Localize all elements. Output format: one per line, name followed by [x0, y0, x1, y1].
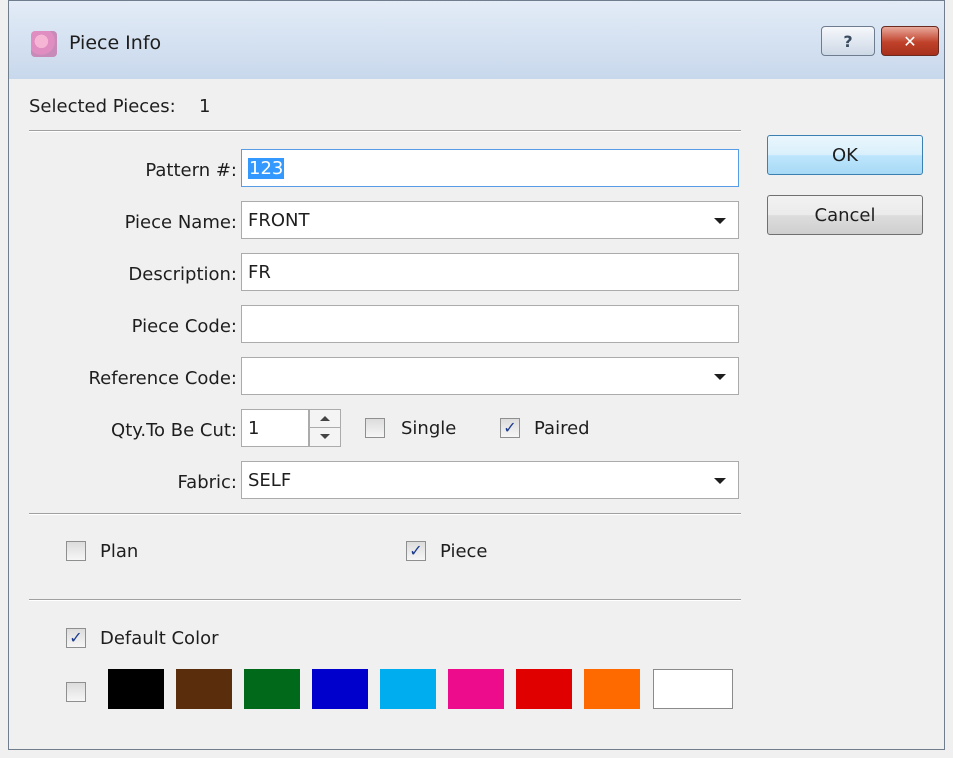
chevron-down-icon[interactable] — [714, 478, 726, 484]
cancel-button[interactable]: Cancel — [767, 195, 923, 235]
single-label: Single — [401, 418, 457, 439]
window-title: Piece Info — [69, 32, 162, 54]
separator-mid — [29, 513, 741, 515]
custom-color-checkbox[interactable] — [66, 682, 86, 702]
default-color-checkbox[interactable]: ✓ — [66, 628, 86, 648]
color-swatch-black[interactable] — [108, 669, 164, 709]
separator-bottom — [29, 599, 741, 601]
single-checkbox[interactable] — [365, 418, 385, 438]
paired-label: Paired — [534, 418, 590, 439]
spin-down-button[interactable] — [310, 428, 340, 445]
color-swatch-green[interactable] — [244, 669, 300, 709]
qty-label: Qty.To Be Cut: — [111, 420, 237, 441]
qty-input[interactable]: 1 — [241, 409, 309, 447]
pattern-value: 123 — [248, 158, 285, 179]
chevron-down-icon[interactable] — [714, 374, 726, 380]
description-input[interactable]: FR — [241, 253, 739, 291]
pattern-label: Pattern #: — [145, 160, 237, 181]
title-bar[interactable]: Piece Info ? ✕ — [9, 1, 944, 79]
chevron-down-icon[interactable] — [714, 218, 726, 224]
qty-spinner[interactable] — [309, 409, 341, 447]
fabric-value: SELF — [248, 470, 292, 491]
color-swatch-orange[interactable] — [584, 669, 640, 709]
arrow-up-icon — [320, 416, 330, 421]
reference-code-combo[interactable] — [241, 357, 739, 395]
fabric-combo[interactable]: SELF — [241, 461, 739, 499]
plan-label: Plan — [100, 541, 139, 562]
piece-name-label: Piece Name: — [124, 212, 237, 233]
spin-up-button[interactable] — [310, 410, 340, 428]
piece-code-label: Piece Code: — [131, 316, 237, 337]
color-swatch-pink[interactable] — [448, 669, 504, 709]
paired-checkbox[interactable]: ✓ — [500, 418, 520, 438]
separator-top — [29, 130, 741, 132]
selected-pieces-value: 1 — [199, 96, 211, 117]
ok-button[interactable]: OK — [767, 135, 923, 175]
arrow-down-icon — [320, 434, 330, 439]
piece-code-input[interactable] — [241, 305, 739, 343]
piece-name-value: FRONT — [248, 210, 310, 231]
help-button[interactable]: ? — [821, 26, 875, 56]
piece-name-combo[interactable]: FRONT — [241, 201, 739, 239]
plan-checkbox[interactable] — [66, 541, 86, 561]
reference-code-label: Reference Code: — [88, 368, 237, 389]
qty-value: 1 — [248, 418, 260, 439]
dialog-body: Selected Pieces: 1 Pattern #: 123 Piece … — [9, 79, 944, 749]
color-swatch-white[interactable] — [653, 669, 733, 709]
piece-checkbox[interactable]: ✓ — [406, 541, 426, 561]
color-swatch-red[interactable] — [516, 669, 572, 709]
piece-info-dialog: Piece Info ? ✕ Selected Pieces: 1 Patter… — [8, 0, 945, 750]
description-value: FR — [248, 262, 271, 283]
close-button[interactable]: ✕ — [881, 26, 939, 56]
selected-pieces-label: Selected Pieces: — [29, 96, 176, 117]
pattern-input[interactable]: 123 — [241, 149, 739, 187]
fabric-label: Fabric: — [177, 472, 237, 493]
description-label: Description: — [128, 264, 237, 285]
piece-label: Piece — [440, 541, 488, 562]
default-color-label: Default Color — [100, 628, 219, 649]
app-icon — [31, 31, 57, 57]
color-swatch-brown[interactable] — [176, 669, 232, 709]
color-swatch-light-blue[interactable] — [380, 669, 436, 709]
color-swatch-blue[interactable] — [312, 669, 368, 709]
